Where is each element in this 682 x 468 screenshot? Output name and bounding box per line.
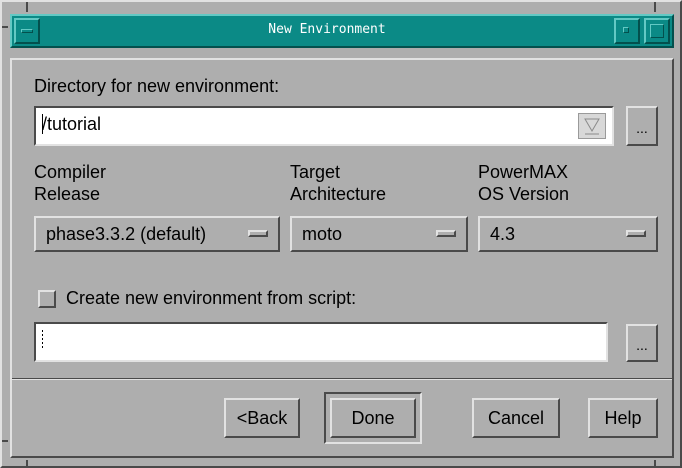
- compiler-release-label-line1: Compiler: [34, 162, 107, 182]
- cancel-button-label: Cancel: [487, 408, 545, 428]
- window-title: New Environment: [268, 22, 386, 37]
- option-menu-indicator-icon: [248, 230, 268, 237]
- option-menu-indicator-icon: [626, 230, 646, 237]
- browse-button-label: ...: [636, 337, 648, 353]
- frame-notch: [26, 2, 28, 12]
- back-button[interactable]: <Back: [224, 398, 300, 438]
- done-button[interactable]: Done: [330, 398, 416, 438]
- help-button-label: Help: [604, 408, 642, 428]
- directory-input[interactable]: /tutorial: [34, 106, 614, 146]
- directory-label: Directory for new environment:: [34, 76, 280, 96]
- text-cursor: [42, 330, 43, 350]
- help-button[interactable]: Help: [588, 398, 658, 438]
- script-browse-button[interactable]: ...: [626, 324, 658, 362]
- directory-browse-button[interactable]: ...: [626, 106, 658, 146]
- window-menu-icon: [21, 29, 33, 33]
- frame-notch: [26, 460, 28, 466]
- minimize-button[interactable]: [614, 18, 640, 44]
- dialog-content: Directory for new environment: /tutorial…: [10, 58, 674, 458]
- target-architecture-select[interactable]: moto: [290, 216, 468, 252]
- script-path-input[interactable]: [34, 322, 608, 362]
- target-architecture-value: moto: [302, 224, 343, 244]
- frame-notch: [654, 460, 656, 466]
- directory-value: /tutorial: [42, 114, 102, 134]
- maximize-button[interactable]: [644, 18, 670, 44]
- dialog-window: New Environment Directory for new enviro…: [0, 0, 682, 468]
- done-button-label: Done: [351, 408, 395, 428]
- frame-notch: [2, 440, 8, 442]
- target-architecture-label-line2: Architecture: [290, 184, 387, 204]
- cancel-button[interactable]: Cancel: [472, 398, 560, 438]
- compiler-release-label-line2: Release: [34, 184, 101, 204]
- browse-button-label: ...: [636, 120, 648, 136]
- os-version-value: 4.3: [490, 224, 516, 244]
- target-architecture-label-line1: Target: [290, 162, 341, 182]
- option-menu-indicator-icon: [436, 230, 456, 237]
- separator: [12, 378, 672, 380]
- frame-notch: [654, 2, 656, 12]
- create-from-script-checkbox[interactable]: [38, 290, 56, 308]
- minimize-icon: [623, 27, 629, 33]
- compiler-release-value: phase3.3.2 (default): [46, 224, 207, 244]
- frame-notch: [2, 26, 8, 28]
- create-from-script-label: Create new environment from script:: [66, 288, 357, 308]
- compiler-release-select[interactable]: phase3.3.2 (default): [34, 216, 280, 252]
- triangle-down-icon: [584, 118, 600, 135]
- os-version-label-line2: OS Version: [478, 184, 570, 204]
- directory-history-dropdown[interactable]: [578, 113, 606, 139]
- os-version-label-line1: PowerMAX: [478, 162, 569, 182]
- title-bar[interactable]: New Environment: [10, 14, 674, 48]
- os-version-select[interactable]: 4.3: [478, 216, 658, 252]
- back-button-label: <Back: [236, 408, 288, 428]
- maximize-icon: [650, 24, 664, 38]
- window-menu-button[interactable]: [14, 18, 40, 44]
